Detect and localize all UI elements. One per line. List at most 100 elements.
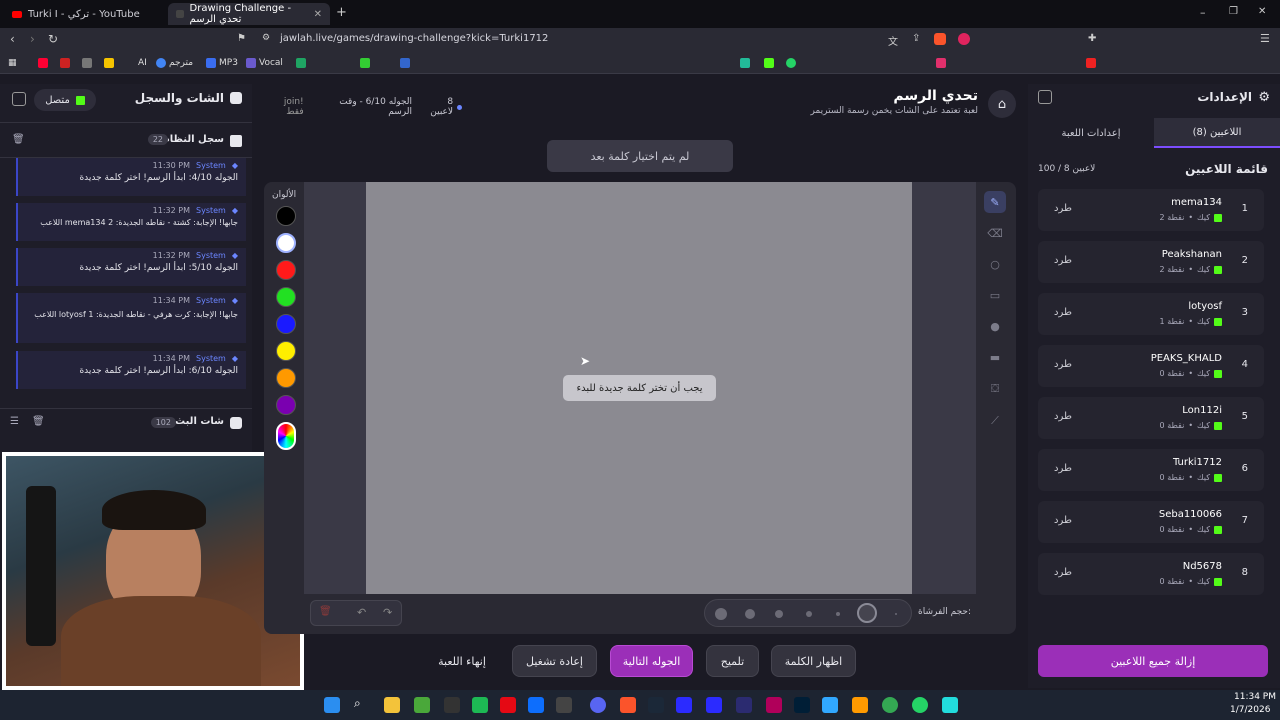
fill-tool[interactable]: ⛋ [984, 378, 1006, 400]
premiere-icon[interactable] [676, 697, 692, 713]
bookmark-pink[interactable] [936, 56, 946, 70]
pencil-tool[interactable]: ✎ [984, 191, 1006, 213]
kick-player-button[interactable]: طرد [1054, 567, 1072, 578]
bookmark-translator[interactable]: مترجم [156, 56, 193, 70]
app-icon[interactable] [444, 697, 460, 713]
collapse-panel-icon[interactable] [12, 92, 26, 106]
kick-player-button[interactable]: طرد [1054, 255, 1072, 266]
bookmark-youtube[interactable] [38, 56, 48, 70]
url-field[interactable]: jawlah.live/games/drawing-challenge?kick… [280, 33, 548, 44]
discord-icon[interactable] [590, 697, 606, 713]
photoshop-icon[interactable] [794, 697, 810, 713]
brave-shield-icon[interactable] [934, 33, 946, 45]
clear-log-icon[interactable]: 🗑 [12, 134, 25, 145]
color-swatch[interactable] [276, 287, 296, 307]
tab-players[interactable]: اللاعبين (8) [1154, 118, 1280, 148]
chrome-icon[interactable] [882, 697, 898, 713]
brush-size-selected[interactable] [857, 603, 877, 623]
kick-player-button[interactable]: طرد [1054, 307, 1072, 318]
color-swatch[interactable] [276, 314, 296, 334]
search-icon[interactable]: ⌕ [354, 696, 370, 712]
app2-icon[interactable] [556, 697, 572, 713]
close-window-icon[interactable]: ✕ [1258, 6, 1266, 17]
clear-chat-icon[interactable]: 🗑 [32, 416, 45, 427]
stream-chat-header[interactable]: شات البث 102 ☰ 🗑 [0, 408, 252, 436]
brave-icon[interactable] [620, 697, 636, 713]
premiere2-icon[interactable] [706, 697, 722, 713]
next-round-button[interactable]: الجوله التالية [610, 645, 693, 677]
color-swatch[interactable] [276, 233, 296, 253]
indesign-icon[interactable] [766, 697, 782, 713]
close-tab-icon[interactable]: ✕ [314, 9, 322, 20]
end-game-button[interactable]: إنهاء اللعبة [424, 645, 500, 677]
forward-icon[interactable]: › [30, 32, 35, 46]
bookmark-green[interactable] [360, 56, 370, 70]
minimize-icon[interactable]: – [1200, 6, 1206, 19]
bookmark-red2[interactable] [1086, 56, 1096, 70]
brush-size-l[interactable] [745, 609, 755, 619]
kick-player-button[interactable]: طرد [1054, 411, 1072, 422]
filled-circle-tool[interactable]: ● [984, 315, 1006, 337]
bookmark-gray[interactable] [82, 56, 92, 70]
whatsapp-icon[interactable] [912, 697, 928, 713]
filled-rectangle-tool[interactable]: ▬ [984, 346, 1006, 368]
file-explorer-icon[interactable] [384, 697, 400, 713]
bookmark-ai[interactable]: AI [138, 56, 147, 70]
steam-icon[interactable] [648, 697, 664, 713]
home-button[interactable]: ⌂ [988, 90, 1016, 118]
back-icon[interactable]: ‹ [10, 32, 15, 46]
eraser-tool[interactable]: ⌫ [984, 222, 1006, 244]
circle-tool[interactable]: ○ [984, 253, 1006, 275]
color-swatch[interactable] [276, 206, 296, 226]
kick-player-button[interactable]: طرد [1054, 203, 1072, 214]
tab-youtube[interactable]: Turki I - تركي - YouTube [4, 3, 164, 25]
bookmark-mp3[interactable]: MP3 [206, 56, 238, 70]
bookmark-vocal[interactable]: Vocal [246, 56, 283, 70]
netflix-icon[interactable] [500, 697, 516, 713]
tab-drawing-challenge[interactable]: Drawing Challenge - تحدي الرسم ✕ [168, 3, 330, 25]
system-log-header[interactable]: سجل النظام 22 🗑 [0, 122, 252, 158]
photoshop2-icon[interactable] [822, 697, 838, 713]
rectangle-tool[interactable]: ▭ [984, 284, 1006, 306]
clear-canvas-icon[interactable]: 🗑 [319, 606, 332, 617]
illustrator-icon[interactable] [852, 697, 868, 713]
bookmark-blue[interactable] [400, 56, 410, 70]
brush-size-xxs[interactable] [895, 613, 897, 615]
restart-button[interactable]: إعادة تشغيل [512, 645, 597, 677]
kick-player-button[interactable]: طرد [1054, 359, 1072, 370]
bookmark-icon[interactable]: ⚑ [237, 33, 246, 44]
rewards-icon[interactable] [958, 33, 970, 45]
custom-color-picker[interactable] [276, 422, 296, 450]
remove-all-players-button[interactable]: إزالة جميع اللاعبين [1038, 645, 1268, 677]
menu-icon[interactable]: ☰ [1260, 32, 1270, 45]
line-tool[interactable]: ⟋ [984, 410, 1006, 432]
kick-player-button[interactable]: طرد [1054, 463, 1072, 474]
new-tab-icon[interactable]: + [336, 5, 347, 20]
translate-icon[interactable]: 文 [888, 33, 898, 48]
apps-icon[interactable]: ▦ [8, 56, 17, 70]
start-icon[interactable] [324, 697, 340, 713]
bookmark-whatsapp[interactable] [786, 56, 796, 70]
collapse-settings-icon[interactable] [1038, 90, 1052, 104]
minecraft-icon[interactable] [414, 697, 430, 713]
color-swatch[interactable] [276, 395, 296, 415]
aftereffects-icon[interactable] [736, 697, 752, 713]
site-info-icon[interactable]: ⚙ [262, 33, 270, 43]
bookmark-yellow[interactable] [104, 56, 114, 70]
bookmark-drive[interactable] [296, 56, 306, 70]
color-swatch[interactable] [276, 341, 296, 361]
filter-icon[interactable]: ☰ [10, 416, 19, 427]
reveal-word-button[interactable]: اظهار الكلمة [771, 645, 856, 677]
hint-button[interactable]: تلميح [706, 645, 759, 677]
bookmark-red[interactable] [60, 56, 70, 70]
edge-icon[interactable] [528, 697, 544, 713]
notepad-icon[interactable] [942, 697, 958, 713]
brush-size-s[interactable] [806, 611, 812, 617]
bookmark-kick[interactable] [764, 56, 774, 70]
spotify-icon[interactable] [472, 697, 488, 713]
brush-size-xs[interactable] [836, 612, 840, 616]
bookmark-teal[interactable] [740, 56, 750, 70]
color-swatch[interactable] [276, 260, 296, 280]
brush-size-m[interactable] [775, 610, 783, 618]
color-swatch[interactable] [276, 368, 296, 388]
